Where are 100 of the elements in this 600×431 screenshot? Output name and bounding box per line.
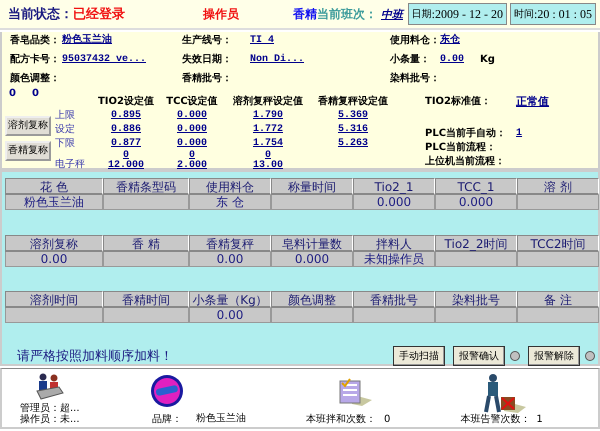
operator-label: 操作员 [203, 6, 239, 22]
table-cell: 粉色玉兰油 [5, 195, 103, 210]
setpoint-value: 1.772 [252, 124, 283, 135]
setpoint-value: 0.000 [176, 124, 207, 135]
counter-value: 0 [9, 88, 16, 100]
notice-text: 请严格按照加料顺序加料！ [17, 348, 174, 365]
field-label: 染料批号： [390, 73, 440, 85]
column-header: 香精复秤设定值 [317, 96, 389, 108]
shift-value: 中班 [381, 6, 403, 22]
setpoint-value: 0.877 [110, 138, 141, 149]
field-value: 东仓 [440, 35, 461, 47]
setpoint-value: 5.263 [338, 138, 368, 149]
plc-label: 上位机当前流程： [425, 156, 506, 168]
field-label: 香精批号： [182, 73, 233, 85]
field-value: 粉色玉兰油 [62, 35, 113, 47]
scale-value: 13.00 [252, 161, 283, 171]
flavor-label: 香精 [293, 6, 317, 22]
table-cell: 0.000 [271, 252, 353, 267]
worker-with-box-icon [482, 373, 528, 413]
field-value: 0.00 [440, 54, 466, 66]
scale-value: 2.000 [176, 161, 207, 171]
field-label: 配方卡号： [10, 54, 61, 66]
table-cell: 0.000 [435, 195, 517, 210]
column-header: 拌料人 [353, 235, 435, 252]
column-header: 溶 剂 [517, 178, 599, 195]
setpoint-value: 5.316 [338, 124, 368, 135]
plc-value: 正常值 [516, 96, 550, 108]
field-label: 生产线号： [182, 35, 233, 47]
mix-count-label: 本班拌和次数： [306, 414, 376, 425]
table-cell: 0.00 [189, 252, 271, 267]
plc-label: TIO2标准值： [425, 96, 492, 108]
field-label: 使用料仓： [390, 35, 440, 47]
date-display: 日期:2009 - 12 - 20 [408, 3, 507, 25]
unit-label: Kg [480, 54, 496, 66]
shift-label: 当前班次： [317, 6, 377, 22]
reweigh-button[interactable]: 香精复称 [5, 141, 51, 161]
setpoint-value: 1.754 [252, 138, 283, 149]
brand-value: 粉色玉兰油 [196, 412, 246, 425]
column-header: 香精条型码 [103, 178, 189, 195]
row-label: 电子秤 [55, 159, 86, 171]
table-cell: 0.000 [353, 195, 435, 210]
setpoint-value: 0.000 [176, 110, 207, 121]
zero-value: 0 [264, 151, 271, 161]
plc-label: PLC当前流程： [425, 142, 498, 154]
column-header: TCC设定值 [165, 96, 219, 108]
user-text: 操作员：未... [20, 414, 80, 425]
column-header: 香精批号 [353, 291, 435, 308]
mix-count: 0 [384, 414, 390, 425]
setpoint-value: 0.000 [176, 138, 207, 149]
column-header: TCC_1 [435, 178, 517, 195]
field-label: 失效日期： [182, 54, 233, 66]
column-header: 小条量（Kg） [189, 291, 271, 308]
plc-label: PLC当前手自动： [425, 128, 506, 140]
column-header: 香精复秤 [189, 235, 271, 252]
setpoint-value: 0.886 [110, 124, 141, 135]
column-header: 花 色 [5, 178, 103, 195]
zero-value: 0 [188, 151, 195, 161]
counter-value: 0 [32, 88, 39, 100]
column-header: 溶剂复秤设定值 [232, 96, 304, 108]
column-header: 备 注 [517, 291, 599, 308]
table-cell: 0.00 [189, 308, 271, 323]
login-status: 已经登录 [73, 6, 125, 23]
column-header: 染料批号 [435, 291, 517, 308]
alarm-count: 1 [536, 414, 543, 425]
row-label: 下限 [55, 138, 76, 150]
field-value: Non Di... [250, 54, 306, 66]
setpoint-value: 0.895 [110, 110, 141, 121]
brand-logo-icon [150, 374, 184, 408]
reweigh-button[interactable]: 溶剂复称 [5, 116, 51, 136]
field-value: 95037432 ve... [62, 54, 148, 66]
action-button[interactable]: 报警解除 [528, 346, 580, 366]
column-header: TCC2时间 [517, 235, 599, 252]
brand-label: 品牌： [152, 414, 182, 425]
column-header: 溶剂复称 [5, 235, 103, 252]
field-label: 香皂品类： [10, 35, 61, 47]
users-at-keyboard-icon [34, 373, 64, 401]
time-display: 时间:20 : 01 : 05 [510, 3, 596, 25]
setpoint-value: 5.369 [338, 110, 368, 121]
field-label: 小条量： [390, 54, 431, 66]
column-header: 使用料仓 [189, 178, 271, 195]
column-header: 香精时间 [103, 291, 189, 308]
zero-value: 0 [122, 151, 129, 161]
plc-value: 1 [516, 128, 524, 140]
field-value: TI 4 [250, 35, 276, 47]
row-label: 设定 [55, 124, 76, 136]
table-cell: 0.00 [5, 252, 103, 267]
scale-value: 12.000 [108, 161, 144, 171]
action-button[interactable]: 报警确认 [453, 346, 505, 366]
action-button[interactable]: 手动扫描 [393, 346, 445, 366]
column-header: 溶剂时间 [5, 291, 103, 308]
table-cell: 未知操作员 [353, 252, 435, 267]
row-label: 上限 [55, 110, 76, 122]
column-header: Tio2_2时间 [435, 235, 517, 252]
alarm-count-label: 本班告警次数： [460, 414, 530, 425]
column-header: 颜色调整 [271, 291, 353, 308]
user-text: 管理员：超... [20, 403, 80, 414]
column-header: TIO2设定值 [96, 96, 155, 108]
column-header: Tio2_1 [353, 178, 435, 195]
setpoint-value: 1.790 [252, 110, 283, 121]
field-label: 颜色调整： [10, 73, 61, 85]
